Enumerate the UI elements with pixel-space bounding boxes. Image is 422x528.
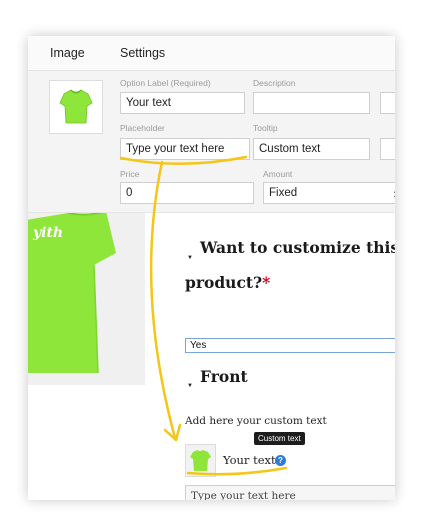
collapse-triangle-icon[interactable]: ▼ xyxy=(187,255,193,261)
collapse-triangle-icon-2[interactable]: ▼ xyxy=(187,383,193,389)
customize-question-line2: product?* xyxy=(185,273,270,292)
front-section-title: Front xyxy=(200,367,248,386)
customize-select[interactable]: Yes xyxy=(185,338,395,353)
extra-field-input[interactable] xyxy=(380,92,395,114)
tshirt-swatch-icon xyxy=(190,450,211,471)
tab-image[interactable]: Image xyxy=(50,46,85,60)
product-image[interactable]: yith xyxy=(28,213,145,385)
option-image-thumbnail[interactable] xyxy=(49,80,103,134)
amount-select-value: Fixed xyxy=(269,187,298,199)
tooltip-caption: Tooltip xyxy=(253,123,278,133)
placeholder-input[interactable]: Type your text here xyxy=(120,138,250,160)
tab-bar: Image Settings xyxy=(28,36,395,71)
placeholder-caption: Placeholder xyxy=(120,123,165,133)
select-arrows-icon: ▴▾ xyxy=(394,187,395,202)
customize-question-text: product? xyxy=(185,273,263,292)
price-input[interactable]: 0 xyxy=(120,182,254,204)
customize-question-line1: Want to customize this xyxy=(200,238,395,257)
tab-settings[interactable]: Settings xyxy=(120,46,165,60)
screenshot-card: Image Settings Option Label (Required) Y… xyxy=(28,36,395,500)
description-input[interactable] xyxy=(253,92,370,114)
help-question-icon[interactable]: ? xyxy=(275,455,286,466)
amount-caption: Amount xyxy=(263,169,293,179)
admin-option-panel: Image Settings Option Label (Required) Y… xyxy=(28,36,395,212)
product-page-front: yith ▼ Want to customize this product?* … xyxy=(28,212,395,500)
custom-text-instruction: Add here your custom text xyxy=(185,415,327,427)
option-label-caption: Option Label (Required) xyxy=(120,78,211,88)
option-swatch-thumbnail[interactable] xyxy=(185,444,216,477)
description-caption: Description xyxy=(253,78,296,88)
tshirt-product-icon: yith xyxy=(28,213,116,374)
tooltip-popup: Custom text xyxy=(254,432,305,445)
extra-field-input-2[interactable] xyxy=(380,138,395,160)
price-caption: Price xyxy=(120,169,140,179)
option-label-input[interactable]: Your text xyxy=(120,92,245,114)
amount-select[interactable]: Fixed ▴▾ xyxy=(263,182,395,204)
tshirt-thumbnail-icon xyxy=(59,89,93,124)
required-asterisk: * xyxy=(262,273,271,292)
custom-text-input[interactable]: Type your text here xyxy=(185,485,395,500)
shirt-logo-text: yith xyxy=(32,225,63,241)
option-label-text: Your text xyxy=(223,453,276,467)
tooltip-input[interactable]: Custom text xyxy=(253,138,370,160)
